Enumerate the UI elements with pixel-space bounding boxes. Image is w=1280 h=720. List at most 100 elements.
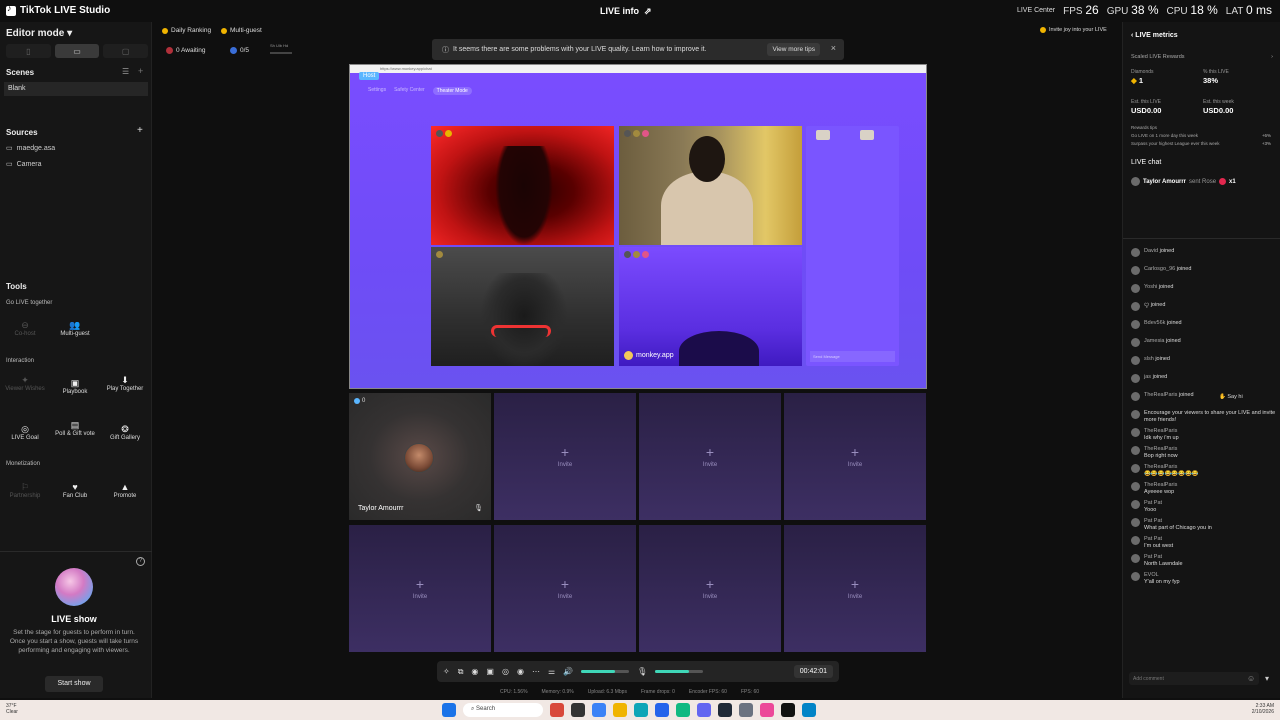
tool-poll-gift-vote[interactable]: ▤ Poll & Gift vote xyxy=(53,421,97,438)
live-metrics-title[interactable]: ‹ LIVE metrics xyxy=(1131,32,1178,39)
tab-safety-center[interactable]: Safety Center xyxy=(394,87,425,95)
chat-user[interactable]: Carlosgo_96 xyxy=(1144,266,1175,272)
settings-icon[interactable] xyxy=(739,703,753,717)
tab-settings[interactable]: Settings xyxy=(368,87,386,95)
tool-playbook[interactable]: ▣ Playbook xyxy=(53,379,97,396)
chat-user[interactable]: slsh xyxy=(1144,356,1154,362)
scene-item-blank[interactable]: Blank xyxy=(4,82,148,96)
mic-volume-slider[interactable] xyxy=(655,670,704,673)
more-icon[interactable]: ⋯ xyxy=(532,667,540,676)
chat-user[interactable]: Jamesia xyxy=(1144,338,1164,344)
portrait-mode-button[interactable]: ▯ xyxy=(6,44,51,58)
weather-widget[interactable]: 37°F Clear xyxy=(6,703,18,715)
close-icon[interactable]: × xyxy=(831,43,836,53)
excel-icon[interactable] xyxy=(676,703,690,717)
app-icon[interactable] xyxy=(802,703,816,717)
tool-play-together[interactable]: ⬇ Play Together xyxy=(103,376,147,393)
mic-icon[interactable]: 🎙 xyxy=(474,504,483,512)
chat-user[interactable]: TheRealParis xyxy=(1144,428,1177,434)
app-icon[interactable] xyxy=(760,703,774,717)
layout-icon[interactable]: ⧉ xyxy=(458,667,464,677)
share-icon[interactable]: ⇗ xyxy=(642,6,652,16)
task-view-icon[interactable] xyxy=(571,703,585,717)
add-scene-icon[interactable]: + xyxy=(138,66,143,76)
scaled-rewards-row[interactable]: Scaled LIVE Rewards › xyxy=(1131,54,1273,60)
effects-icon[interactable]: ✧ xyxy=(443,667,450,676)
widgets-icon[interactable] xyxy=(550,703,564,717)
chat-user[interactable]: Pat Pat xyxy=(1144,500,1162,506)
tab-theater-mode[interactable]: Theater Mode xyxy=(432,87,472,95)
chat-user[interactable]: Pat Pat xyxy=(1144,518,1162,524)
awaiting-pill[interactable]: 0 Awaiting xyxy=(166,45,206,56)
chat-user[interactable]: jas xyxy=(1144,374,1151,380)
tool-gift-gallery[interactable]: ❂ Gift Gallery xyxy=(103,425,147,442)
chat-user[interactable]: TheRealParis xyxy=(1144,392,1177,398)
filter-chat-icon[interactable]: ▾ xyxy=(1265,674,1269,683)
chat-user[interactable]: TheRealParis xyxy=(1144,482,1177,488)
chat-user[interactable]: TheRealParis xyxy=(1144,446,1177,452)
perf-stats: LIVE Center FPS 26 GPU 38 % CPU 18 % LAT… xyxy=(1017,3,1272,17)
live-center-button[interactable]: LIVE Center xyxy=(1017,7,1055,14)
multi-guest-pill[interactable]: Multi-guest xyxy=(221,25,262,36)
add-source-icon[interactable]: + xyxy=(137,125,143,136)
tool-cohost[interactable]: ⊖ Co-host xyxy=(3,321,47,338)
microphone-icon[interactable]: 🎙 xyxy=(637,667,647,676)
tool-viewer-wishes[interactable]: ✦ Viewer Wishes xyxy=(3,376,47,393)
steam-icon[interactable] xyxy=(718,703,732,717)
chat-user[interactable]: Bdev56k xyxy=(1144,320,1165,326)
guest-slot-6[interactable]: + Invite xyxy=(494,525,636,652)
daily-ranking-pill[interactable]: Daily Ranking xyxy=(162,25,211,36)
guest-slot-7[interactable]: + Invite xyxy=(639,525,781,652)
guest-slot-1[interactable]: 0 Taylor Amourrr 🎙 xyxy=(349,393,491,520)
comment-input[interactable]: Add comment xyxy=(1129,672,1259,685)
filter-icon[interactable]: ◉ xyxy=(471,667,478,676)
chat-user[interactable]: TheRealParis xyxy=(1144,464,1177,470)
chrome-icon[interactable] xyxy=(592,703,606,717)
live-info-link[interactable]: LIVE info ⇗ xyxy=(600,6,652,17)
send-message-input[interactable]: Send Message xyxy=(810,351,895,362)
chat-user[interactable]: ꨄ xyxy=(1144,302,1149,308)
guest-count: 0 xyxy=(354,398,365,404)
chat-user[interactable]: David xyxy=(1144,248,1158,254)
guest-slot-5[interactable]: + Invite xyxy=(349,525,491,652)
discord-icon[interactable] xyxy=(697,703,711,717)
guest-slot-2[interactable]: + Invite xyxy=(494,393,636,520)
file-explorer-icon[interactable] xyxy=(613,703,627,717)
speaker-icon[interactable]: 🔊 xyxy=(563,667,573,676)
start-icon[interactable] xyxy=(442,703,456,717)
chat-user[interactable]: Yoshi xyxy=(1144,284,1157,290)
guest-slot-4[interactable]: + Invite xyxy=(784,393,926,520)
outlook-icon[interactable] xyxy=(655,703,669,717)
taskbar-search[interactable]: ⌕ Search xyxy=(463,703,543,717)
tool-multi-guest[interactable]: 👥 Multi-guest xyxy=(53,321,97,338)
guest-slot-8[interactable]: + Invite xyxy=(784,525,926,652)
chat-user[interactable]: EVOL xyxy=(1144,572,1159,578)
view-more-tips-button[interactable]: View more tips xyxy=(767,43,820,56)
screen-icon[interactable]: ▣ xyxy=(486,667,494,676)
landscape-mode-button[interactable]: ▭ xyxy=(54,44,100,58)
speaker-volume-slider[interactable] xyxy=(581,670,630,673)
help-icon[interactable]: ? xyxy=(136,557,145,566)
guest-slot-3[interactable]: + Invite xyxy=(639,393,781,520)
edge-icon[interactable] xyxy=(634,703,648,717)
stream-icon[interactable]: ◉ xyxy=(517,667,524,676)
tool-partnership[interactable]: ⚐ Partnership xyxy=(3,483,47,500)
source-item-camera[interactable]: ▭ Camera xyxy=(6,160,42,169)
start-show-button[interactable]: Start show xyxy=(45,676,103,692)
mixer-icon[interactable]: ⚌ xyxy=(548,667,555,676)
tool-fan-club[interactable]: ♥ Fan Club xyxy=(53,483,97,500)
source-item-maedge[interactable]: ▭ maedge.asa xyxy=(6,144,55,153)
chat-user[interactable]: Pat Pat xyxy=(1144,554,1162,560)
tool-promote[interactable]: ▲ Promote xyxy=(103,483,147,500)
emoji-icon[interactable]: ☺ xyxy=(1247,674,1255,683)
invite-joy-link[interactable]: Invite joy into your LIVE xyxy=(1040,27,1107,33)
editor-mode-dropdown[interactable]: Editor mode ▾ xyxy=(6,28,72,39)
list-icon[interactable]: ☰ xyxy=(122,67,129,76)
say-hi-button[interactable]: ✋ Say hi xyxy=(1219,394,1243,400)
chat-user[interactable]: Pat Pat xyxy=(1144,536,1162,542)
tool-live-goal[interactable]: ◎ LIVE Goal xyxy=(3,425,47,442)
custom-mode-button[interactable]: ▢ xyxy=(103,44,149,58)
system-tray[interactable]: 2:33 AM 2/10/2026 xyxy=(1252,703,1274,715)
tiktok-taskbar-icon[interactable] xyxy=(781,703,795,717)
record-icon[interactable]: ◎ xyxy=(502,667,509,676)
